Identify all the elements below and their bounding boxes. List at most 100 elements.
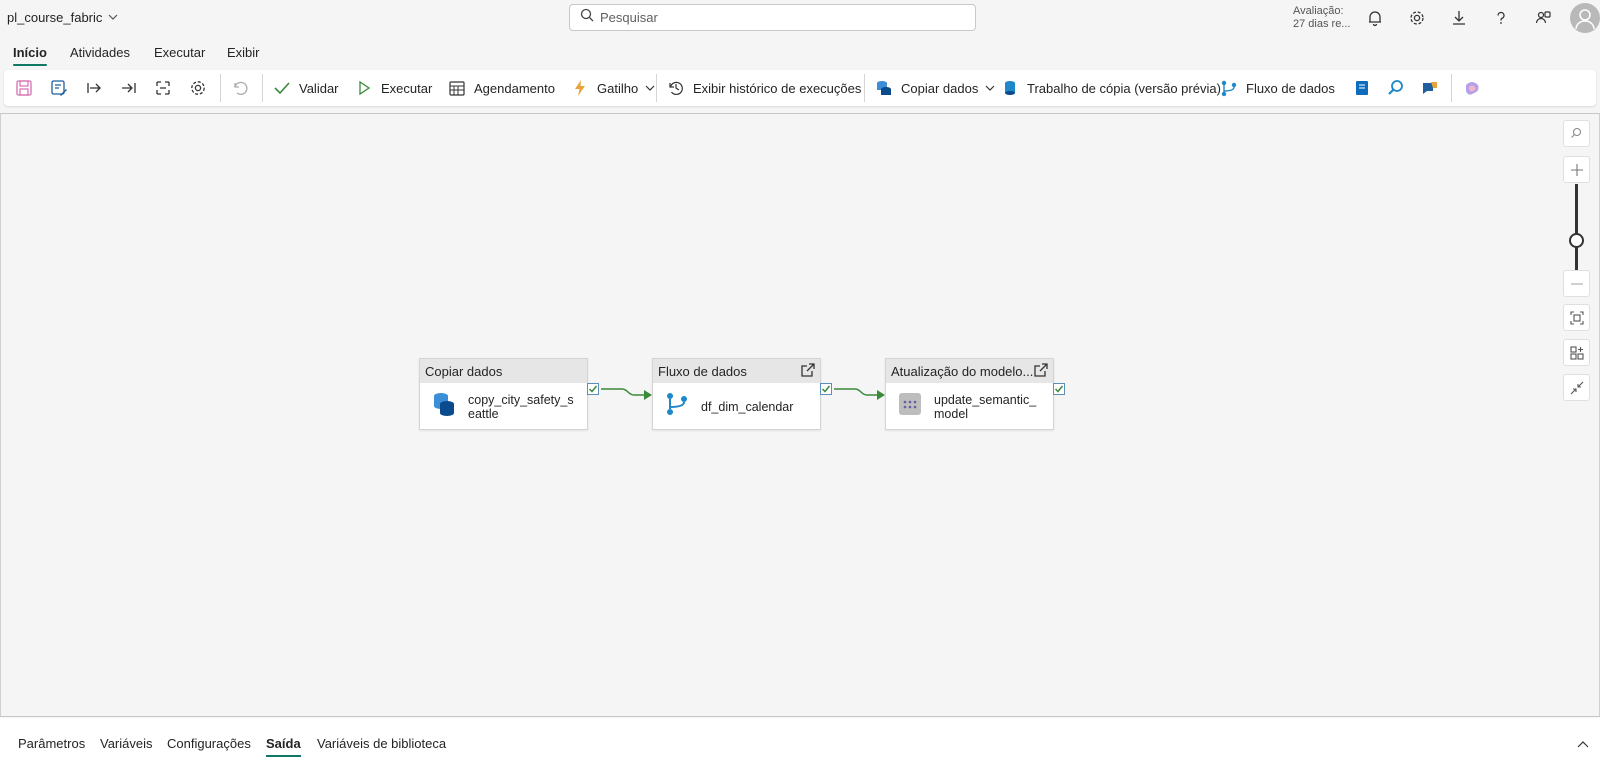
activity-name: update_semantic_model <box>934 392 1037 421</box>
tab-variaveis-biblioteca[interactable]: Variáveis de biblioteca <box>317 736 446 751</box>
checkmark-icon <box>821 385 831 393</box>
validate-button[interactable]: Validar <box>272 76 339 100</box>
calendar-icon <box>447 78 467 98</box>
share-people-icon[interactable] <box>1532 7 1554 29</box>
open-external-icon[interactable] <box>1033 362 1049 381</box>
copy-data-dropdown[interactable]: Copiar dados <box>874 76 995 100</box>
arrow-right-from-bar-icon <box>84 78 104 98</box>
ribbon-separator <box>262 74 263 102</box>
activity-type-label: Copiar dados <box>425 364 503 379</box>
search-input[interactable] <box>600 10 960 25</box>
on-success-checkbox[interactable] <box>587 383 599 395</box>
validate-label: Validar <box>299 80 339 96</box>
canvas-search-button[interactable] <box>1563 120 1590 147</box>
tab-configuracoes[interactable]: Configurações <box>167 736 251 751</box>
trigger-dropdown[interactable]: Gatilho <box>570 76 655 100</box>
help-question-icon[interactable] <box>1490 7 1512 29</box>
lightning-icon <box>570 78 590 98</box>
gear-icon <box>188 78 208 98</box>
fit-to-screen-button[interactable] <box>1563 304 1590 331</box>
save-edit-icon <box>49 78 69 98</box>
copilot-button[interactable] <box>1462 76 1482 100</box>
settings-gear-icon[interactable] <box>1406 7 1428 29</box>
on-success-checkbox[interactable] <box>820 383 832 395</box>
tab-inicio[interactable]: Início <box>13 45 47 66</box>
fit-screen-icon <box>1569 310 1584 325</box>
dataflow-icon <box>1219 78 1239 98</box>
tab-parametros[interactable]: Parâmetros <box>18 736 85 751</box>
activity-node-dataflow[interactable]: Fluxo de dados df_dim_calendar <box>652 358 821 430</box>
save-as-button[interactable] <box>49 76 69 100</box>
undo-icon <box>230 78 250 98</box>
collapse-button[interactable] <box>1563 374 1590 401</box>
run-history-label: Exibir histórico de execuções <box>693 80 862 96</box>
tab-atividades[interactable]: Atividades <box>70 45 130 60</box>
lookup-button[interactable] <box>1386 76 1406 100</box>
activity-node-semantic-model-refresh[interactable]: Atualização do modelo... update_semantic… <box>885 358 1054 430</box>
magnifier-icon <box>1386 78 1406 98</box>
chat-flag-icon <box>1420 78 1440 98</box>
item-title-text: pl_course_fabric <box>7 10 103 25</box>
move-to-end-button[interactable] <box>119 76 139 100</box>
download-icon[interactable] <box>1448 7 1470 29</box>
open-external-icon[interactable] <box>800 362 816 381</box>
zoom-out-button[interactable] <box>1563 270 1590 297</box>
plus-icon <box>1570 163 1583 176</box>
play-icon <box>354 78 374 98</box>
workspace-item-title[interactable]: pl_course_fabric <box>7 10 118 25</box>
ribbon-toolbar: Validar Executar Agendamento Gatilho Exi… <box>4 70 1596 106</box>
checkmark-icon <box>588 385 598 393</box>
chevron-up-icon[interactable] <box>1577 738 1589 756</box>
activity-type-label: Fluxo de dados <box>658 364 747 379</box>
copy-data-icon <box>432 391 456 422</box>
run-history-button[interactable]: Exibir histórico de execuções <box>666 76 861 100</box>
top-bar: pl_course_fabric Avaliação: 27 dias re..… <box>0 0 1600 36</box>
tab-variaveis[interactable]: Variáveis <box>100 736 153 751</box>
on-success-checkbox[interactable] <box>1053 383 1065 395</box>
save-icon <box>14 78 34 98</box>
trial-days: 27 dias re... <box>1293 18 1351 30</box>
trial-label: Avaliação: <box>1293 5 1344 17</box>
tab-executar[interactable]: Executar <box>154 45 205 60</box>
teams-button[interactable] <box>1420 76 1440 100</box>
arrow-right-to-bar-icon <box>119 78 139 98</box>
auto-layout-button[interactable] <box>1563 339 1590 366</box>
schedule-label: Agendamento <box>474 80 555 96</box>
undo-button[interactable] <box>230 76 250 100</box>
zoom-in-button[interactable] <box>1563 156 1590 183</box>
search-icon <box>1571 127 1582 138</box>
activity-name: copy_city_safety_seattle <box>468 392 574 421</box>
trial-status[interactable]: Avaliação: 27 dias re... <box>1293 5 1350 31</box>
auto-layout-icon <box>1569 345 1584 360</box>
copy-job-label: Trabalho de cópia (versão prévia) <box>1027 80 1221 96</box>
auto-align-button[interactable] <box>153 76 173 100</box>
tab-exibir[interactable]: Exibir <box>227 45 260 60</box>
user-avatar[interactable] <box>1570 3 1600 33</box>
settings-button[interactable] <box>188 76 208 100</box>
activity-type-header: Fluxo de dados <box>653 359 820 383</box>
activity-type-header: Atualização do modelo... <box>886 359 1053 383</box>
notifications-bell-icon[interactable] <box>1364 7 1386 29</box>
run-button[interactable]: Executar <box>354 76 432 100</box>
save-button[interactable] <box>14 76 34 100</box>
dataflow-button[interactable]: Fluxo de dados <box>1219 76 1335 100</box>
ribbon-separator <box>220 74 221 102</box>
search-icon <box>580 8 594 27</box>
zoom-slider-track[interactable] <box>1575 184 1578 270</box>
copilot-icon <box>1462 78 1482 98</box>
activity-node-copy-data[interactable]: Copiar dados copy_city_safety_seattle <box>419 358 588 430</box>
tab-saida[interactable]: Saída <box>266 736 301 757</box>
zoom-slider-thumb[interactable] <box>1569 233 1584 248</box>
history-icon <box>666 78 686 98</box>
schedule-button[interactable]: Agendamento <box>447 76 555 100</box>
move-right-button[interactable] <box>84 76 104 100</box>
ribbon-separator <box>1451 74 1452 102</box>
chevron-down-icon <box>108 12 118 24</box>
notebook-button[interactable] <box>1352 76 1372 100</box>
copy-job-button[interactable]: Trabalho de cópia (versão prévia) <box>1000 76 1221 100</box>
minus-icon <box>1570 282 1583 285</box>
search-box[interactable] <box>569 4 976 31</box>
dataflow-icon <box>665 391 689 422</box>
activity-type-header: Copiar dados <box>420 359 587 383</box>
checkmark-icon <box>272 78 292 98</box>
